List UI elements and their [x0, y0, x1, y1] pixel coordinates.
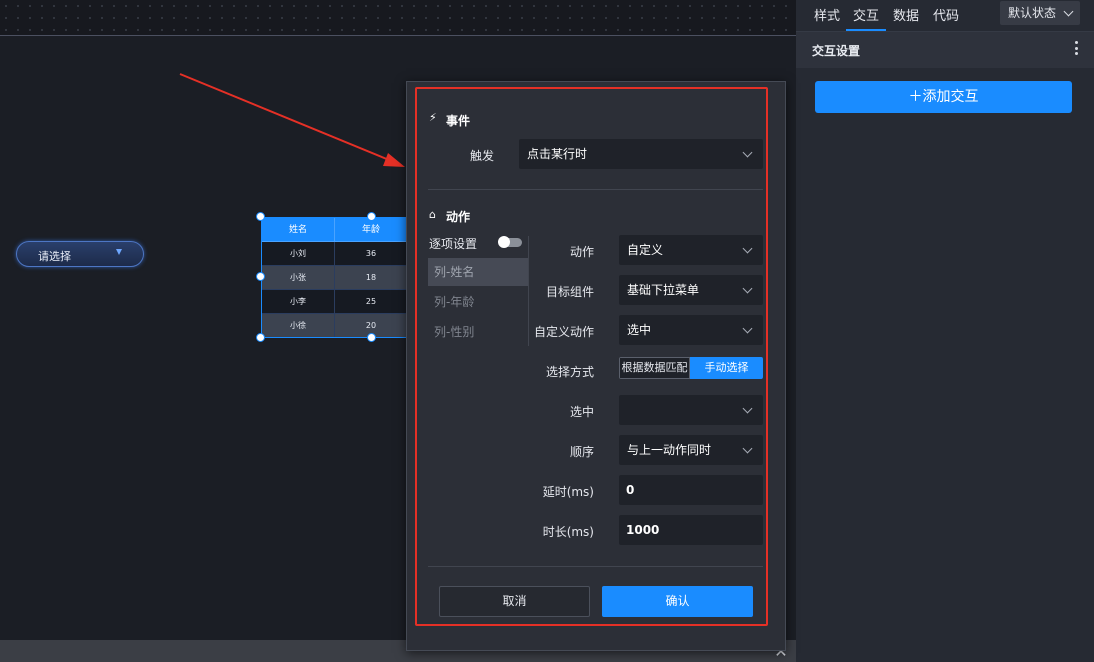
add-interaction-label: 添加交互 — [922, 89, 979, 105]
table-cell: 小刘 — [262, 242, 335, 266]
order-select[interactable]: 与上一动作同时 — [619, 435, 763, 465]
per-item-toggle[interactable] — [498, 236, 522, 248]
target-component-label: 目标组件 — [545, 285, 594, 299]
delay-input[interactable]: 0 — [619, 475, 763, 505]
app-root: ✕ 请选择 姓名 年龄 小刘 36 小张 18 小李 25 小徐 20 样式 交… — [0, 0, 1094, 662]
custom-action-label: 自定义动作 — [533, 325, 594, 339]
panel-tabs: 样式 交互 数据 代码 默认状态 — [796, 0, 1094, 32]
section-title: 交互设置 — [812, 44, 861, 58]
table-header-row: 姓名 年龄 — [262, 218, 407, 242]
resize-handle[interactable] — [256, 333, 265, 342]
table-cell: 小徐 — [262, 314, 335, 337]
trigger-label: 触发 — [469, 149, 494, 163]
table-cell: 36 — [335, 242, 407, 266]
target-component-select[interactable]: 基础下拉菜单 — [619, 275, 763, 305]
divider — [428, 566, 763, 567]
confirm-button[interactable]: 确认 — [602, 586, 753, 617]
chevron-down-icon — [742, 283, 753, 294]
resize-handle[interactable] — [256, 272, 265, 281]
more-vertical-icon[interactable] — [1075, 41, 1079, 57]
order-value: 与上一动作同时 — [627, 443, 712, 457]
tab-data[interactable]: 数据 — [893, 5, 919, 24]
per-item-setting-label: 逐项设置 — [429, 237, 478, 251]
caret-down-icon — [116, 249, 122, 255]
divider — [428, 189, 763, 190]
dropdown-placeholder: 请选择 — [38, 250, 71, 263]
select-mode-segmented: 根据数据匹配 手动选择 — [619, 357, 763, 379]
table-cell: 小张 — [262, 266, 335, 290]
tab-style[interactable]: 样式 — [814, 5, 840, 24]
action-icon: ⌂ — [429, 208, 436, 221]
action-value: 自定义 — [627, 243, 664, 257]
property-panel: 样式 交互 数据 代码 默认状态 交互设置 ＋添加交互 — [796, 0, 1094, 662]
table-cell: 18 — [335, 266, 407, 290]
resize-handle[interactable] — [367, 212, 376, 221]
lightning-icon: ⚡ — [429, 111, 437, 124]
custom-action-value: 选中 — [627, 323, 652, 337]
table-row[interactable]: 小刘 36 — [262, 242, 407, 266]
select-mode-by-data[interactable]: 根据数据匹配 — [619, 357, 690, 379]
column-list-item[interactable]: 列-性别 — [428, 318, 528, 346]
action-select[interactable]: 自定义 — [619, 235, 763, 265]
chevron-down-icon — [742, 403, 753, 414]
custom-action-select[interactable]: 选中 — [619, 315, 763, 345]
chevron-down-icon — [742, 147, 753, 158]
table-header-cell[interactable]: 姓名 — [262, 218, 335, 242]
selected-select[interactable] — [619, 395, 763, 425]
state-select-value: 默认状态 — [1008, 6, 1057, 20]
tab-code[interactable]: 代码 — [933, 5, 959, 24]
column-list-item[interactable]: 列-年龄 — [428, 288, 528, 316]
trigger-select[interactable]: 点击某行时 — [519, 139, 763, 169]
chevron-down-icon — [742, 243, 753, 254]
interaction-settings-header: 交互设置 — [796, 32, 1094, 68]
chevron-down-icon — [742, 323, 753, 334]
add-interaction-button[interactable]: ＋添加交互 — [815, 81, 1072, 113]
plus-icon: ＋ — [908, 89, 923, 105]
chevron-down-icon — [1063, 6, 1074, 17]
duration-label: 时长(ms) — [542, 525, 594, 539]
column-list-item[interactable]: 列-姓名 — [428, 258, 528, 286]
state-select[interactable]: 默认状态 — [1000, 1, 1080, 25]
chevron-down-icon — [742, 443, 753, 454]
order-label: 顺序 — [569, 445, 594, 459]
duration-input[interactable]: 1000 — [619, 515, 763, 545]
cancel-button[interactable]: 取消 — [439, 586, 590, 617]
table-widget[interactable]: 姓名 年龄 小刘 36 小张 18 小李 25 小徐 20 — [261, 217, 408, 338]
canvas-ruler-strip — [0, 0, 796, 36]
basic-dropdown-widget[interactable]: 请选择 — [16, 241, 144, 267]
table-row[interactable]: 小张 18 — [262, 266, 407, 290]
trigger-value: 点击某行时 — [527, 147, 588, 161]
table-row[interactable]: 小徐 20 — [262, 314, 407, 337]
resize-handle[interactable] — [367, 333, 376, 342]
tab-interaction[interactable]: 交互 — [853, 5, 879, 24]
selected-label: 选中 — [569, 405, 594, 419]
vertical-divider — [528, 236, 529, 346]
select-mode-label: 选择方式 — [545, 365, 594, 379]
delay-label: 延时(ms) — [542, 485, 594, 499]
table-cell: 小李 — [262, 290, 335, 314]
action-section-title: 动作 — [446, 210, 471, 224]
target-component-value: 基础下拉菜单 — [627, 283, 700, 297]
event-section-title: 事件 — [446, 114, 471, 128]
table-row[interactable]: 小李 25 — [262, 290, 407, 314]
active-tab-indicator — [846, 29, 886, 31]
table-cell: 25 — [335, 290, 407, 314]
resize-handle[interactable] — [256, 212, 265, 221]
action-label: 动作 — [569, 245, 594, 259]
select-mode-manual[interactable]: 手动选择 — [690, 357, 763, 379]
table-header-cell[interactable]: 年龄 — [335, 218, 407, 242]
